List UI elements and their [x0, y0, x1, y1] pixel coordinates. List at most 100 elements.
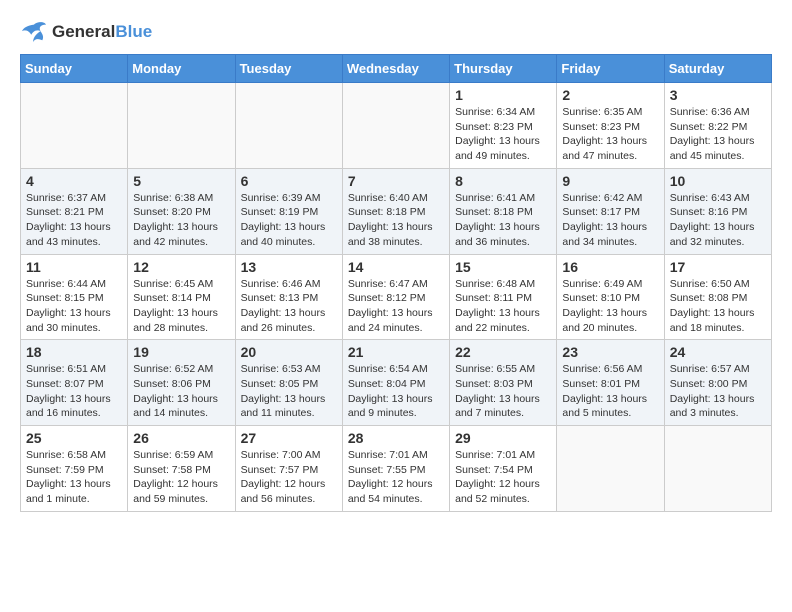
- calendar-cell: 12 Sunrise: 6:45 AMSunset: 8:14 PMDayligh…: [128, 254, 235, 340]
- day-number: 20: [241, 344, 337, 360]
- day-info: Sunrise: 6:55 AMSunset: 8:03 PMDaylight:…: [455, 362, 551, 421]
- day-number: 12: [133, 259, 229, 275]
- day-info: Sunrise: 6:45 AMSunset: 8:14 PMDaylight:…: [133, 277, 229, 336]
- day-number: 7: [348, 173, 444, 189]
- day-info: Sunrise: 6:46 AMSunset: 8:13 PMDaylight:…: [241, 277, 337, 336]
- day-number: 11: [26, 259, 122, 275]
- day-info: Sunrise: 6:37 AMSunset: 8:21 PMDaylight:…: [26, 191, 122, 250]
- header-sunday: Sunday: [21, 55, 128, 83]
- day-info: Sunrise: 6:41 AMSunset: 8:18 PMDaylight:…: [455, 191, 551, 250]
- calendar-cell: 19 Sunrise: 6:52 AMSunset: 8:06 PMDayligh…: [128, 340, 235, 426]
- header-saturday: Saturday: [664, 55, 771, 83]
- calendar-cell: [235, 83, 342, 169]
- calendar-cell: 8Sunrise: 6:41 AMSunset: 8:18 PMDaylight…: [450, 168, 557, 254]
- calendar-week-row: 1Sunrise: 6:34 AMSunset: 8:23 PMDaylight…: [21, 83, 772, 169]
- day-number: 15: [455, 259, 551, 275]
- day-info: Sunrise: 6:44 AMSunset: 8:15 PMDaylight:…: [26, 277, 122, 336]
- day-info: Sunrise: 6:56 AMSunset: 8:01 PMDaylight:…: [562, 362, 658, 421]
- calendar-cell: 20 Sunrise: 6:53 AMSunset: 8:05 PMDayligh…: [235, 340, 342, 426]
- day-info: Sunrise: 6:47 AMSunset: 8:12 PMDaylight:…: [348, 277, 444, 336]
- day-number: 18: [26, 344, 122, 360]
- day-info: Sunrise: 7:00 AMSunset: 7:57 PMDaylight:…: [241, 448, 337, 507]
- logo: GeneralBlue: [20, 20, 152, 44]
- calendar-cell: 15 Sunrise: 6:48 AMSunset: 8:11 PMDayligh…: [450, 254, 557, 340]
- day-number: 5: [133, 173, 229, 189]
- day-number: 10: [670, 173, 766, 189]
- calendar-week-row: 18 Sunrise: 6:51 AMSunset: 8:07 PMDayligh…: [21, 340, 772, 426]
- calendar-cell: 18 Sunrise: 6:51 AMSunset: 8:07 PMDayligh…: [21, 340, 128, 426]
- calendar-cell: 26 Sunrise: 6:59 AMSunset: 7:58 PMDayligh…: [128, 426, 235, 512]
- logo-icon: [20, 20, 48, 44]
- day-info: Sunrise: 6:39 AMSunset: 8:19 PMDaylight:…: [241, 191, 337, 250]
- day-number: 25: [26, 430, 122, 446]
- calendar-cell: 27 Sunrise: 7:00 AMSunset: 7:57 PMDayligh…: [235, 426, 342, 512]
- calendar-week-row: 4 Sunrise: 6:37 AMSunset: 8:21 PMDaylight…: [21, 168, 772, 254]
- logo-text: GeneralBlue: [52, 22, 152, 42]
- day-info: Sunrise: 6:42 AMSunset: 8:17 PMDaylight:…: [562, 191, 658, 250]
- day-number: 22: [455, 344, 551, 360]
- day-info: Sunrise: 6:43 AMSunset: 8:16 PMDaylight:…: [670, 191, 766, 250]
- calendar-cell: 17 Sunrise: 6:50 AMSunset: 8:08 PMDayligh…: [664, 254, 771, 340]
- calendar-cell: 16 Sunrise: 6:49 AMSunset: 8:10 PMDayligh…: [557, 254, 664, 340]
- calendar-cell: 11 Sunrise: 6:44 AMSunset: 8:15 PMDayligh…: [21, 254, 128, 340]
- day-info: Sunrise: 7:01 AMSunset: 7:54 PMDaylight:…: [455, 448, 551, 507]
- day-number: 17: [670, 259, 766, 275]
- calendar-cell: 23 Sunrise: 6:56 AMSunset: 8:01 PMDayligh…: [557, 340, 664, 426]
- day-info: Sunrise: 7:01 AMSunset: 7:55 PMDaylight:…: [348, 448, 444, 507]
- day-info: Sunrise: 6:34 AMSunset: 8:23 PMDaylight:…: [455, 105, 551, 164]
- calendar-cell: 13 Sunrise: 6:46 AMSunset: 8:13 PMDayligh…: [235, 254, 342, 340]
- day-number: 6: [241, 173, 337, 189]
- day-number: 28: [348, 430, 444, 446]
- day-number: 4: [26, 173, 122, 189]
- calendar-cell: 25 Sunrise: 6:58 AMSunset: 7:59 PMDayligh…: [21, 426, 128, 512]
- day-number: 14: [348, 259, 444, 275]
- calendar-cell: 21 Sunrise: 6:54 AMSunset: 8:04 PMDayligh…: [342, 340, 449, 426]
- calendar-cell: 22 Sunrise: 6:55 AMSunset: 8:03 PMDayligh…: [450, 340, 557, 426]
- day-info: Sunrise: 6:53 AMSunset: 8:05 PMDaylight:…: [241, 362, 337, 421]
- calendar-cell: 5Sunrise: 6:38 AMSunset: 8:20 PMDaylight…: [128, 168, 235, 254]
- page-header: GeneralBlue: [20, 20, 772, 44]
- day-info: Sunrise: 6:51 AMSunset: 8:07 PMDaylight:…: [26, 362, 122, 421]
- day-number: 24: [670, 344, 766, 360]
- calendar-cell: 1Sunrise: 6:34 AMSunset: 8:23 PMDaylight…: [450, 83, 557, 169]
- day-number: 16: [562, 259, 658, 275]
- day-number: 29: [455, 430, 551, 446]
- day-info: Sunrise: 6:48 AMSunset: 8:11 PMDaylight:…: [455, 277, 551, 336]
- calendar-week-row: 11 Sunrise: 6:44 AMSunset: 8:15 PMDayligh…: [21, 254, 772, 340]
- calendar-cell: 4 Sunrise: 6:37 AMSunset: 8:21 PMDaylight…: [21, 168, 128, 254]
- day-info: Sunrise: 6:52 AMSunset: 8:06 PMDaylight:…: [133, 362, 229, 421]
- header-wednesday: Wednesday: [342, 55, 449, 83]
- header-monday: Monday: [128, 55, 235, 83]
- calendar-cell: 10 Sunrise: 6:43 AMSunset: 8:16 PMDayligh…: [664, 168, 771, 254]
- day-number: 27: [241, 430, 337, 446]
- day-number: 9: [562, 173, 658, 189]
- calendar-cell: 28 Sunrise: 7:01 AMSunset: 7:55 PMDayligh…: [342, 426, 449, 512]
- calendar-cell: 29 Sunrise: 7:01 AMSunset: 7:54 PMDayligh…: [450, 426, 557, 512]
- day-info: Sunrise: 6:58 AMSunset: 7:59 PMDaylight:…: [26, 448, 122, 507]
- calendar-cell: [342, 83, 449, 169]
- day-number: 19: [133, 344, 229, 360]
- calendar-cell: [21, 83, 128, 169]
- calendar-cell: 14 Sunrise: 6:47 AMSunset: 8:12 PMDayligh…: [342, 254, 449, 340]
- calendar-cell: [557, 426, 664, 512]
- calendar-cell: [128, 83, 235, 169]
- calendar-cell: 9 Sunrise: 6:42 AMSunset: 8:17 PMDaylight…: [557, 168, 664, 254]
- header-thursday: Thursday: [450, 55, 557, 83]
- day-info: Sunrise: 6:35 AMSunset: 8:23 PMDaylight:…: [562, 105, 658, 164]
- day-number: 13: [241, 259, 337, 275]
- day-number: 23: [562, 344, 658, 360]
- day-info: Sunrise: 6:49 AMSunset: 8:10 PMDaylight:…: [562, 277, 658, 336]
- header-friday: Friday: [557, 55, 664, 83]
- calendar-cell: 3Sunrise: 6:36 AMSunset: 8:22 PMDaylight…: [664, 83, 771, 169]
- day-info: Sunrise: 6:57 AMSunset: 8:00 PMDaylight:…: [670, 362, 766, 421]
- day-info: Sunrise: 6:40 AMSunset: 8:18 PMDaylight:…: [348, 191, 444, 250]
- calendar-week-row: 25 Sunrise: 6:58 AMSunset: 7:59 PMDayligh…: [21, 426, 772, 512]
- calendar-cell: 6 Sunrise: 6:39 AMSunset: 8:19 PMDaylight…: [235, 168, 342, 254]
- day-info: Sunrise: 6:59 AMSunset: 7:58 PMDaylight:…: [133, 448, 229, 507]
- calendar-table: SundayMondayTuesdayWednesdayThursdayFrid…: [20, 54, 772, 512]
- header-tuesday: Tuesday: [235, 55, 342, 83]
- day-number: 26: [133, 430, 229, 446]
- day-info: Sunrise: 6:54 AMSunset: 8:04 PMDaylight:…: [348, 362, 444, 421]
- day-info: Sunrise: 6:50 AMSunset: 8:08 PMDaylight:…: [670, 277, 766, 336]
- day-number: 21: [348, 344, 444, 360]
